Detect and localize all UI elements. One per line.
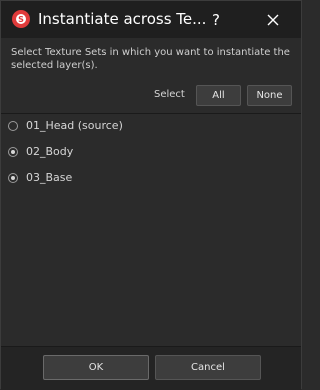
list-item[interactable]: 01_Head (source) <box>1 114 301 138</box>
texture-set-label: 03_Base <box>26 171 73 184</box>
close-button[interactable] <box>255 1 291 38</box>
window-title: Instantiate across Te... <box>38 10 207 28</box>
title-bar[interactable]: S Instantiate across Te... ? <box>1 1 301 38</box>
select-none-button[interactable]: None <box>247 85 292 106</box>
texture-set-radio[interactable] <box>8 173 18 183</box>
substance-painter-icon: S <box>12 10 30 28</box>
help-button[interactable]: ? <box>201 1 231 38</box>
ok-button[interactable]: OK <box>43 355 149 380</box>
select-label: Select <box>154 89 185 100</box>
footer: OK Cancel <box>1 347 301 390</box>
instantiate-dialog: S Instantiate across Te... ? Select Text… <box>0 0 302 390</box>
texture-set-radio[interactable] <box>8 121 18 131</box>
select-row: Select All None <box>1 85 301 107</box>
list-item[interactable]: 02_Body <box>1 140 301 164</box>
texture-set-radio[interactable] <box>8 147 18 157</box>
texture-set-label: 01_Head (source) <box>26 119 123 132</box>
select-all-button[interactable]: All <box>196 85 241 106</box>
list-item[interactable]: 03_Base <box>1 166 301 190</box>
instructions-text: Select Texture Sets in which you want to… <box>11 47 290 71</box>
close-icon <box>267 14 279 25</box>
cancel-button[interactable]: Cancel <box>155 355 261 380</box>
texture-set-label: 02_Body <box>26 145 74 158</box>
